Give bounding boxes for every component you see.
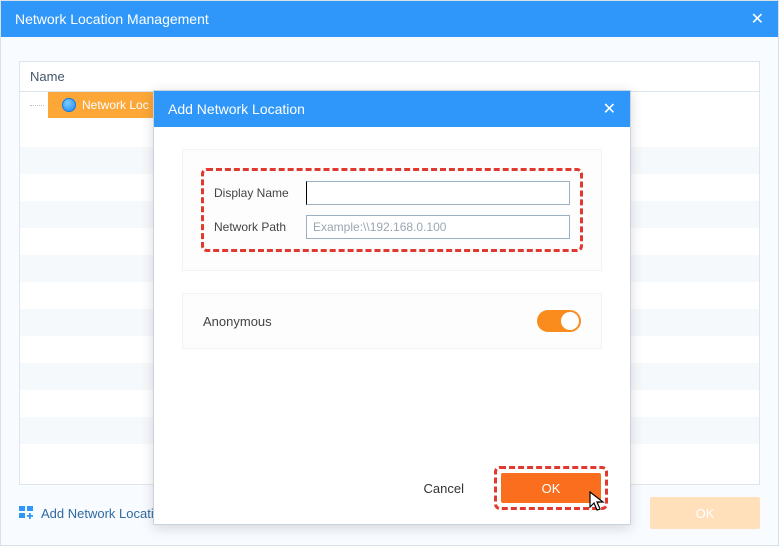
column-header-label: Name [30,69,65,84]
highlight-annotation: Display Name Network Path [201,168,583,252]
globe-icon [62,98,76,112]
display-name-label: Display Name [214,186,306,200]
highlight-annotation-ok: OK [494,466,608,510]
footer-ok-button: OK [650,497,760,529]
content-area: Name Network Loc [1,37,778,545]
tree-item-label: Network Loc [82,98,149,112]
add-network-location-dialog: Add Network Location ✕ Display Name Netw… [153,90,631,525]
anonymous-label: Anonymous [203,314,272,329]
add-network-location-button[interactable]: Add Network Location [19,506,168,521]
form-row-network-path: Network Path [214,215,570,239]
column-header-name[interactable]: Name [20,62,759,92]
anonymous-toggle[interactable] [537,310,581,332]
dialog-ok-label: OK [542,481,561,496]
close-icon[interactable]: ✕ [751,9,764,29]
tree-connector [30,105,44,106]
dialog-footer: Cancel OK [424,466,608,510]
main-window: Network Location Management ✕ Name Netwo… [0,0,779,546]
network-path-input[interactable] [306,215,570,239]
anonymous-card: Anonymous [182,293,602,349]
form-card: Display Name Network Path [182,149,602,271]
dialog-title: Add Network Location [168,101,305,117]
dialog-cancel-button[interactable]: Cancel [424,481,464,496]
dialog-close-icon[interactable]: ✕ [603,99,616,119]
grid-plus-icon [19,506,35,520]
network-path-label: Network Path [214,220,306,234]
form-row-display-name: Display Name [214,181,570,205]
dialog-titlebar: Add Network Location ✕ [154,91,630,127]
titlebar: Network Location Management ✕ [1,1,778,37]
dialog-body: Display Name Network Path Anonymous [154,127,630,371]
window-title: Network Location Management [15,11,209,27]
toggle-knob [561,312,579,330]
display-name-input[interactable] [306,181,570,205]
add-link-label: Add Network Location [41,506,168,521]
footer-ok-label: OK [696,506,715,521]
dialog-ok-button[interactable]: OK [501,473,601,503]
